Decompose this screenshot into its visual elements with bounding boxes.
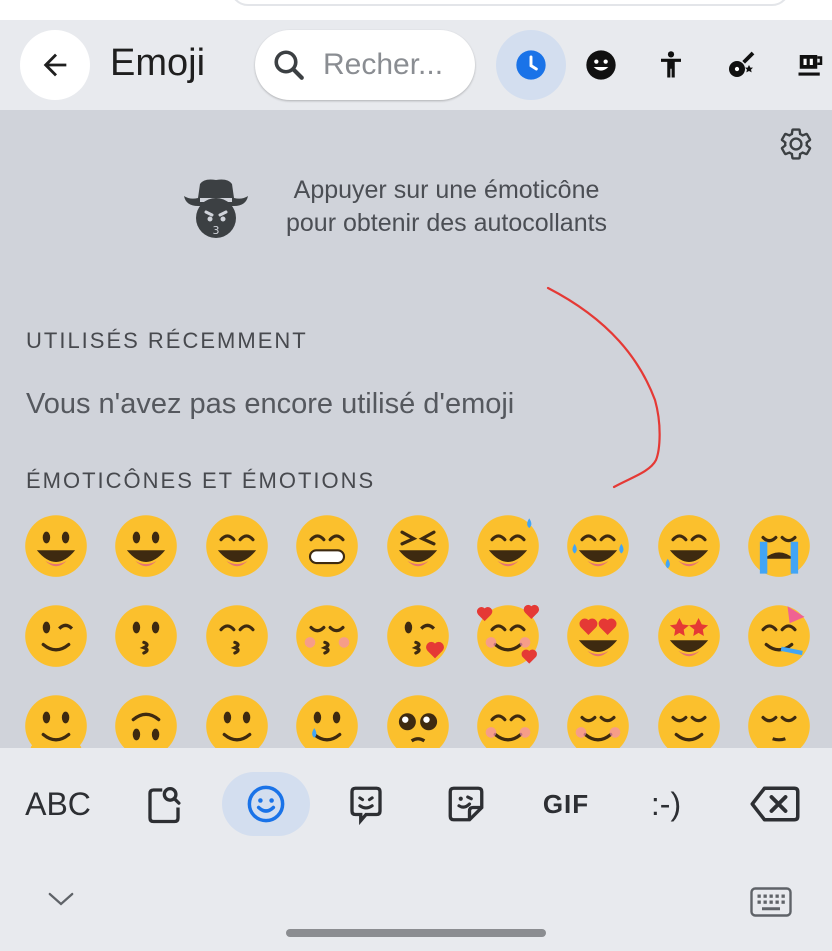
smiley-outline-icon xyxy=(247,785,285,823)
backspace-icon xyxy=(750,786,800,822)
grinning-squinting-face-emoji[interactable] xyxy=(384,512,452,580)
abc-button[interactable]: ABC xyxy=(18,772,98,836)
clock-icon xyxy=(516,50,546,80)
beaming-face-emoji[interactable] xyxy=(293,512,361,580)
grinning-face-sweat-emoji[interactable] xyxy=(474,512,542,580)
top-strip xyxy=(0,0,832,20)
emoji-row-1 xyxy=(22,512,832,580)
kissing-face-emoji[interactable] xyxy=(112,602,180,670)
winking-face-emoji[interactable] xyxy=(22,602,90,670)
section-title-smileys: ÉMOTICÔNES ET ÉMOTIONS xyxy=(26,468,376,493)
kissing-face-closed-eyes-emoji[interactable] xyxy=(293,602,361,670)
grinning-face-smiling-eyes-emoji[interactable] xyxy=(203,512,271,580)
slightly-smiling-face-emoji[interactable] xyxy=(203,692,271,748)
emoji-row-2 xyxy=(22,602,832,670)
arrow-left-icon xyxy=(43,53,67,77)
back-button[interactable] xyxy=(20,30,90,100)
chevron-down-icon[interactable] xyxy=(46,888,76,910)
smiling-face-smiling-eyes-emoji[interactable] xyxy=(474,692,542,748)
upside-down-face-emoji[interactable] xyxy=(112,692,180,748)
emoji-header: Emoji Recher... xyxy=(0,20,832,110)
person-icon xyxy=(661,51,681,78)
previous-field-edge xyxy=(230,0,790,6)
keyboard-toolbar: ABC GIF :-) xyxy=(0,748,832,951)
sticker-icon xyxy=(448,786,484,822)
relieved-face-emoji[interactable] xyxy=(655,692,723,748)
emoji-search-field[interactable]: Recher... xyxy=(255,30,475,100)
pleading-face-emoji[interactable] xyxy=(384,692,452,748)
category-recent[interactable] xyxy=(496,30,566,100)
partying-face-emoji[interactable] xyxy=(745,602,813,670)
category-smileys[interactable] xyxy=(566,30,636,100)
emoticons-button[interactable]: :-) xyxy=(630,772,702,836)
clipboard-search-icon xyxy=(148,786,181,824)
guitar-icon xyxy=(729,51,755,77)
bitmoji-button[interactable] xyxy=(334,772,398,836)
rolling-on-floor-laughing-emoji[interactable] xyxy=(655,512,723,580)
keyboard-icon[interactable] xyxy=(748,884,794,920)
search-placeholder: Recher... xyxy=(323,48,444,81)
face-exhaling-emoji[interactable] xyxy=(745,692,813,748)
emoji-tab-button[interactable] xyxy=(222,772,310,836)
emoji-row-3 xyxy=(22,692,832,748)
emoji-panel[interactable]: 3 Appuyer sur une émoticône pour obtenir… xyxy=(0,110,832,748)
page-title: Emoji xyxy=(110,42,206,84)
clipboard-search-button[interactable] xyxy=(132,772,196,836)
category-food[interactable] xyxy=(776,30,832,100)
emoticon-label: :-) xyxy=(650,785,682,822)
star-struck-emoji[interactable] xyxy=(655,602,723,670)
loudly-crying-face-emoji[interactable] xyxy=(745,512,813,580)
stickers-button[interactable] xyxy=(434,772,498,836)
coffee-cup-icon xyxy=(798,55,823,76)
smiling-face-heart-eyes-emoji[interactable] xyxy=(564,602,632,670)
backspace-button[interactable] xyxy=(740,772,810,836)
home-indicator[interactable] xyxy=(286,929,546,937)
red-annotation-stroke xyxy=(546,286,661,489)
grinning-face-emoji[interactable] xyxy=(22,512,90,580)
grinning-face-big-eyes-emoji[interactable] xyxy=(112,512,180,580)
smiling-face-emoji[interactable] xyxy=(564,692,632,748)
category-activities[interactable] xyxy=(706,30,776,100)
smiley-face-icon xyxy=(586,50,616,80)
face-holding-back-tears-emoji[interactable] xyxy=(293,692,361,748)
smiling-face-with-hearts-emoji[interactable] xyxy=(474,602,542,670)
melting-face-emoji[interactable] xyxy=(22,692,90,748)
abc-label: ABC xyxy=(25,785,91,822)
search-icon xyxy=(269,45,309,85)
kissing-face-smiling-eyes-emoji[interactable] xyxy=(203,602,271,670)
face-blowing-kiss-emoji[interactable] xyxy=(384,602,452,670)
face-tears-of-joy-emoji[interactable] xyxy=(564,512,632,580)
gif-label: GIF xyxy=(542,788,590,819)
category-people[interactable] xyxy=(636,30,706,100)
sticker-face-icon xyxy=(350,786,382,826)
gif-button[interactable]: GIF xyxy=(530,772,602,836)
